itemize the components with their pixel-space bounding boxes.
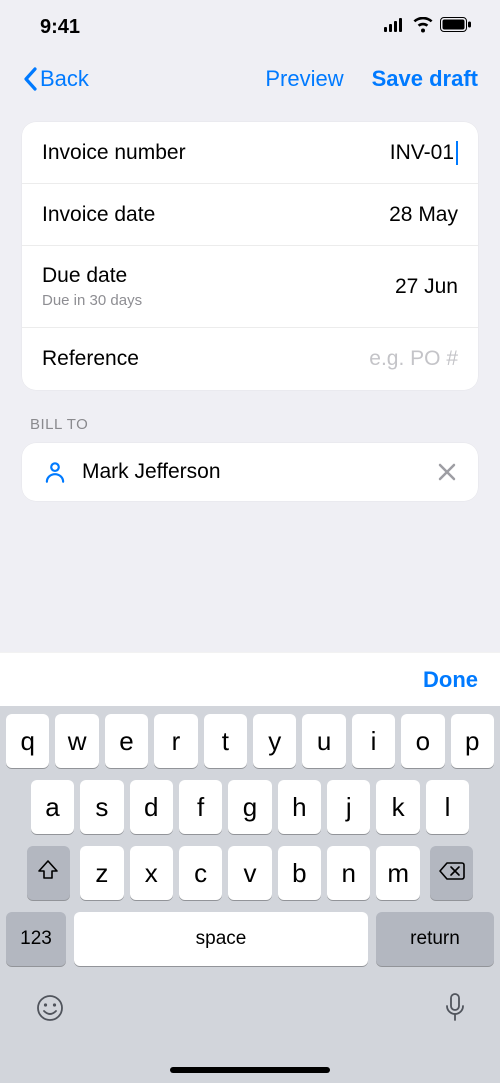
microphone-icon bbox=[444, 1011, 466, 1028]
key-b[interactable]: b bbox=[278, 846, 321, 900]
keyboard-row-4: 123 space return bbox=[4, 912, 496, 966]
back-label: Back bbox=[40, 66, 89, 92]
key-t[interactable]: t bbox=[204, 714, 247, 768]
due-date-label: Due date bbox=[42, 264, 142, 288]
emoji-icon bbox=[34, 1011, 66, 1028]
person-icon bbox=[42, 459, 68, 485]
status-bar: 9:41 bbox=[0, 0, 500, 54]
key-n[interactable]: n bbox=[327, 846, 370, 900]
invoice-number-row[interactable]: Invoice number INV-01 bbox=[22, 122, 478, 184]
key-return[interactable]: return bbox=[376, 912, 494, 966]
bill-to-card: Mark Jefferson bbox=[22, 443, 478, 501]
key-k[interactable]: k bbox=[376, 780, 419, 834]
bill-to-contact-name: Mark Jefferson bbox=[82, 460, 422, 484]
invoice-number-value[interactable]: INV-01 bbox=[390, 141, 458, 165]
key-e[interactable]: e bbox=[105, 714, 148, 768]
preview-button[interactable]: Preview bbox=[265, 66, 343, 92]
key-o[interactable]: o bbox=[401, 714, 444, 768]
text-cursor bbox=[456, 141, 458, 165]
key-q[interactable]: q bbox=[6, 714, 49, 768]
due-date-value: 27 Jun bbox=[395, 275, 458, 299]
key-l[interactable]: l bbox=[426, 780, 469, 834]
key-h[interactable]: h bbox=[278, 780, 321, 834]
key-j[interactable]: j bbox=[327, 780, 370, 834]
status-time: 9:41 bbox=[40, 16, 80, 39]
key-f[interactable]: f bbox=[179, 780, 222, 834]
reference-label: Reference bbox=[42, 347, 139, 371]
invoice-number-label: Invoice number bbox=[42, 141, 186, 165]
key-y[interactable]: y bbox=[253, 714, 296, 768]
key-p[interactable]: p bbox=[451, 714, 494, 768]
key-i[interactable]: i bbox=[352, 714, 395, 768]
key-shift[interactable] bbox=[27, 846, 70, 900]
reference-placeholder: e.g. PO # bbox=[369, 347, 458, 371]
keyboard-row-2: a s d f g h j k l bbox=[4, 780, 496, 834]
key-v[interactable]: v bbox=[228, 846, 271, 900]
key-u[interactable]: u bbox=[302, 714, 345, 768]
due-date-row[interactable]: Due date Due in 30 days 27 Jun bbox=[22, 246, 478, 328]
battery-icon bbox=[440, 17, 472, 37]
invoice-date-row[interactable]: Invoice date 28 May bbox=[22, 184, 478, 246]
keyboard-row-3: z x c v b n m bbox=[4, 846, 496, 900]
key-c[interactable]: c bbox=[179, 846, 222, 900]
key-space[interactable]: space bbox=[74, 912, 368, 966]
shift-icon bbox=[36, 858, 60, 889]
key-s[interactable]: s bbox=[80, 780, 123, 834]
key-x[interactable]: x bbox=[130, 846, 173, 900]
invoice-date-value: 28 May bbox=[389, 203, 458, 227]
nav-bar: Back Preview Save draft bbox=[0, 54, 500, 104]
keyboard: q w e r t y u i o p a s d f g h j k l z … bbox=[0, 706, 500, 1083]
key-a[interactable]: a bbox=[31, 780, 74, 834]
save-draft-button[interactable]: Save draft bbox=[372, 66, 478, 92]
invoice-details-card: Invoice number INV-01 Invoice date 28 Ma… bbox=[22, 122, 478, 390]
emoji-button[interactable] bbox=[34, 992, 66, 1029]
keyboard-accessory-bar: Done bbox=[0, 652, 500, 706]
bill-to-header: BILL TO bbox=[22, 390, 478, 443]
bill-to-contact-row[interactable]: Mark Jefferson bbox=[22, 443, 478, 501]
key-w[interactable]: w bbox=[55, 714, 98, 768]
keyboard-footer bbox=[4, 978, 496, 1029]
status-icons bbox=[384, 17, 472, 38]
due-date-subtext: Due in 30 days bbox=[42, 292, 142, 309]
back-button[interactable]: Back bbox=[22, 66, 89, 92]
key-z[interactable]: z bbox=[80, 846, 123, 900]
dictation-button[interactable] bbox=[444, 992, 466, 1029]
chevron-left-icon bbox=[22, 67, 38, 91]
remove-contact-button[interactable] bbox=[436, 461, 458, 483]
key-numbers[interactable]: 123 bbox=[6, 912, 66, 966]
key-g[interactable]: g bbox=[228, 780, 271, 834]
keyboard-row-1: q w e r t y u i o p bbox=[4, 714, 496, 768]
invoice-date-label: Invoice date bbox=[42, 203, 155, 227]
key-m[interactable]: m bbox=[376, 846, 419, 900]
keyboard-done-button[interactable]: Done bbox=[423, 667, 478, 693]
key-backspace[interactable] bbox=[430, 846, 473, 900]
wifi-icon bbox=[412, 17, 434, 38]
key-d[interactable]: d bbox=[130, 780, 173, 834]
cellular-icon bbox=[384, 18, 406, 37]
key-r[interactable]: r bbox=[154, 714, 197, 768]
reference-row[interactable]: Reference e.g. PO # bbox=[22, 328, 478, 390]
backspace-icon bbox=[438, 858, 466, 889]
home-indicator bbox=[170, 1067, 330, 1073]
